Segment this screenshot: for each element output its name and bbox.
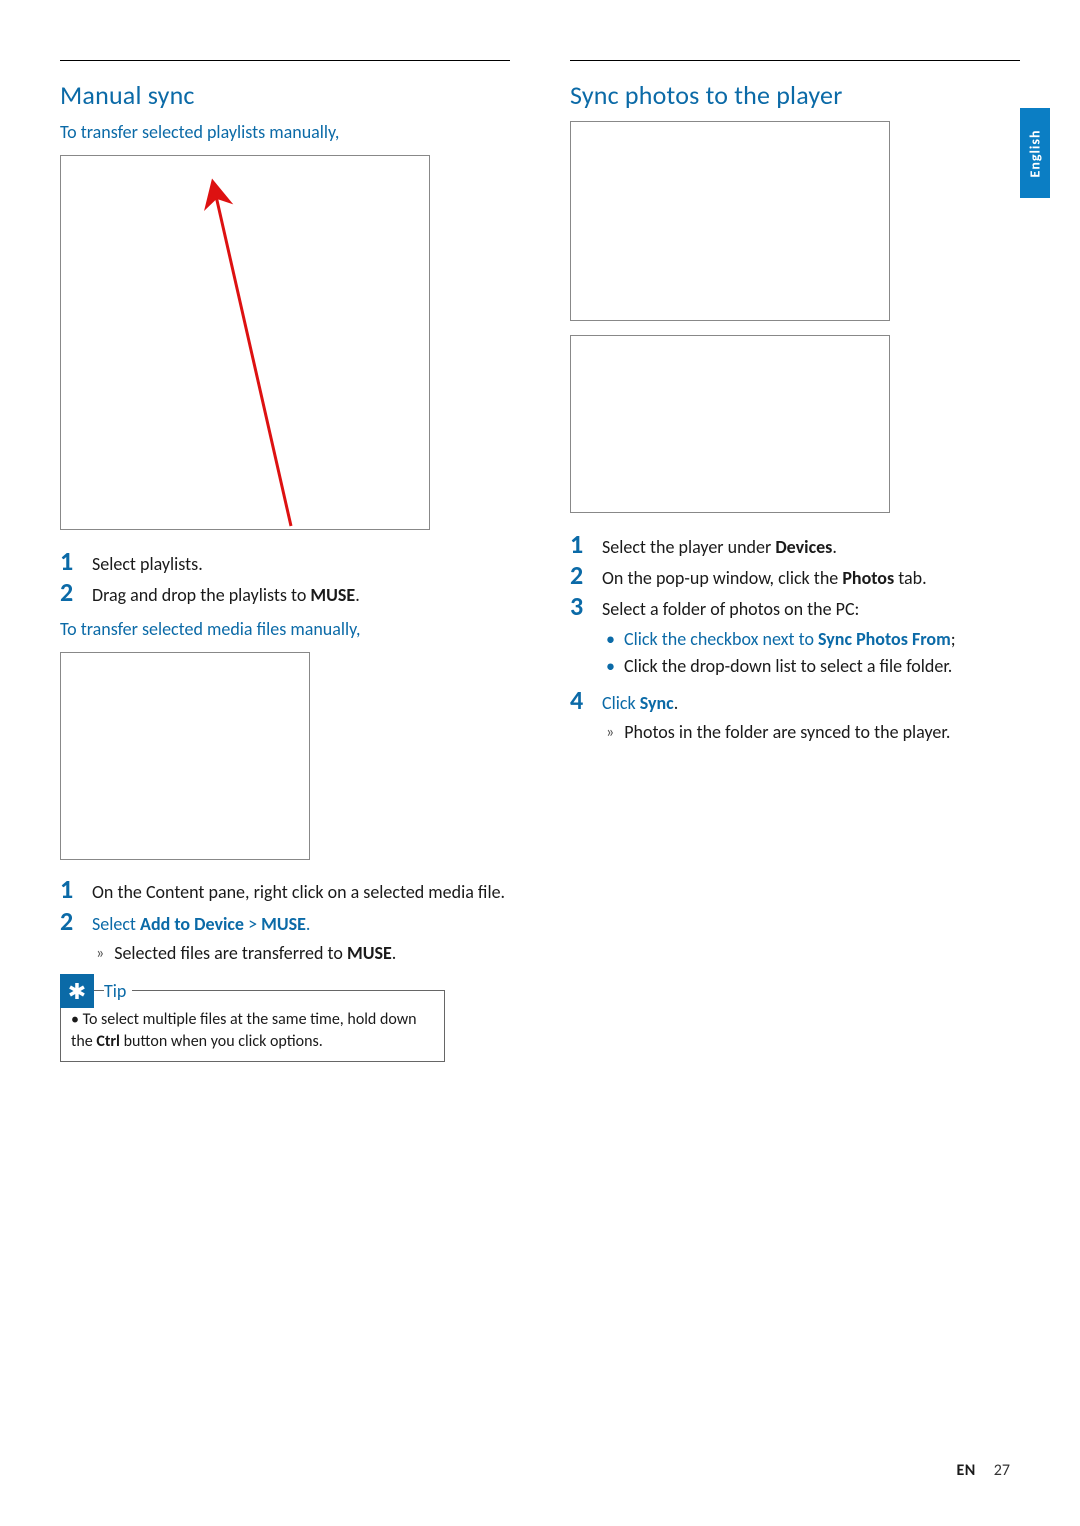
bullet: Click the drop-down list to select a fil… (602, 654, 956, 679)
step-text: Select a folder of photos on the PC: Cli… (602, 593, 956, 685)
lead-transfer-playlists: To transfer selected playlists manually, (60, 121, 510, 143)
text-bold: MUSE (310, 584, 355, 606)
text: ; (951, 628, 956, 650)
text-bold: Photos (842, 567, 894, 589)
step-text: Click Sync. » Photos in the folder are s… (602, 687, 950, 746)
language-label: English (1027, 129, 1044, 177)
arrow-icon (61, 156, 430, 530)
text-bold: Devices (775, 536, 832, 558)
lead-transfer-media: To transfer selected media files manuall… (60, 618, 510, 640)
text: button when you click options. (120, 1032, 323, 1051)
step-text: On the Content pane, right click on a se… (92, 876, 505, 905)
section-rule (570, 60, 1020, 61)
document-page: English Manual sync To transfer selected… (0, 0, 1080, 1526)
text: . (306, 913, 311, 935)
step-2: 2 On the pop-up window, click the Photos… (570, 562, 1020, 591)
language-tab: English (1020, 108, 1050, 198)
step-number: 1 (60, 876, 78, 905)
text-bold: Add to Device (140, 913, 244, 935)
step-text: Select the player under Devices. (602, 531, 837, 560)
text: On the pop-up window, click the (602, 567, 842, 589)
result-marker-icon: » (606, 720, 614, 746)
text: Drag and drop the playlists to (92, 584, 310, 606)
step-result: » Photos in the folder are synced to the… (602, 720, 950, 746)
step-number: 1 (60, 548, 78, 577)
step-number: 4 (570, 687, 588, 746)
step-3: 3 Select a folder of photos on the PC: C… (570, 593, 1020, 685)
text: . (832, 536, 837, 558)
step-2: 2 Drag and drop the playlists to MUSE. (60, 579, 510, 608)
step-1: 1 Select the player under Devices. (570, 531, 1020, 560)
tip-text: To select multiple files at the same tim… (71, 1009, 434, 1052)
asterisk-icon: ✱ (60, 974, 94, 1008)
footer-lang: EN (956, 1461, 975, 1480)
result-text: Photos in the folder are synced to the p… (624, 720, 950, 746)
step-text: Select Add to Device > MUSE. » Selected … (92, 908, 396, 967)
two-column-layout: Manual sync To transfer selected playlis… (60, 60, 1020, 1062)
illustration-playlists (60, 155, 430, 530)
text-bold: Sync Photos From (818, 628, 951, 650)
text: Click (602, 692, 640, 714)
text: Click the checkbox next to (624, 628, 818, 650)
section-rule (60, 60, 510, 61)
text-bold: Ctrl (96, 1032, 120, 1051)
text-bold: MUSE (261, 913, 306, 935)
steps-photos: 1 Select the player under Devices. 2 On … (570, 531, 1020, 746)
text: Selected files are transferred to (114, 942, 347, 964)
steps-media: 1 On the Content pane, right click on a … (60, 876, 510, 966)
tip-header: ✱ Tip (60, 974, 132, 1008)
step-1: 1 On the Content pane, right click on a … (60, 876, 510, 905)
text-bold: MUSE (347, 942, 392, 964)
tip-label: Tip (104, 980, 132, 1002)
result-marker-icon: » (96, 941, 104, 967)
text: > (244, 913, 261, 935)
left-column: Manual sync To transfer selected playlis… (60, 60, 510, 1062)
text: . (392, 942, 397, 964)
illustration-media (60, 652, 310, 860)
result-text: Selected files are transferred to MUSE. (114, 941, 396, 967)
footer-page-number: 27 (994, 1461, 1010, 1480)
sub-bullets: Click the checkbox next to Sync Photos F… (602, 627, 956, 679)
illustration-photos-1 (570, 121, 890, 321)
step-text: Select playlists. (92, 548, 203, 577)
step-2: 2 Select Add to Device > MUSE. » Selecte… (60, 908, 510, 967)
step-number: 2 (570, 562, 588, 591)
steps-playlists: 1 Select playlists. 2 Drag and drop the … (60, 548, 510, 608)
text: . (674, 692, 679, 714)
right-column: Sync photos to the player 1 Select the p… (570, 60, 1020, 1062)
step-text: On the pop-up window, click the Photos t… (602, 562, 927, 591)
illustration-photos-2 (570, 335, 890, 513)
step-number: 2 (60, 579, 78, 608)
step-number: 1 (570, 531, 588, 560)
text: Select a folder of photos on the PC: (602, 598, 859, 620)
text: . (355, 584, 360, 606)
step-4: 4 Click Sync. » Photos in the folder are… (570, 687, 1020, 746)
step-number: 3 (570, 593, 588, 685)
page-footer: EN 27 (956, 1461, 1010, 1480)
step-number: 2 (60, 908, 78, 967)
step-result: » Selected files are transferred to MUSE… (92, 941, 396, 967)
text-bold: Sync (640, 692, 674, 714)
step-1: 1 Select playlists. (60, 548, 510, 577)
tip-box: ✱ Tip To select multiple files at the sa… (60, 990, 445, 1061)
bullet: Click the checkbox next to Sync Photos F… (602, 627, 956, 652)
heading-manual-sync: Manual sync (60, 79, 510, 111)
step-text: Drag and drop the playlists to MUSE. (92, 579, 360, 608)
text: tab. (894, 567, 927, 589)
text: Select the player under (602, 536, 775, 558)
heading-sync-photos: Sync photos to the player (570, 79, 1020, 111)
text: Select (92, 913, 140, 935)
